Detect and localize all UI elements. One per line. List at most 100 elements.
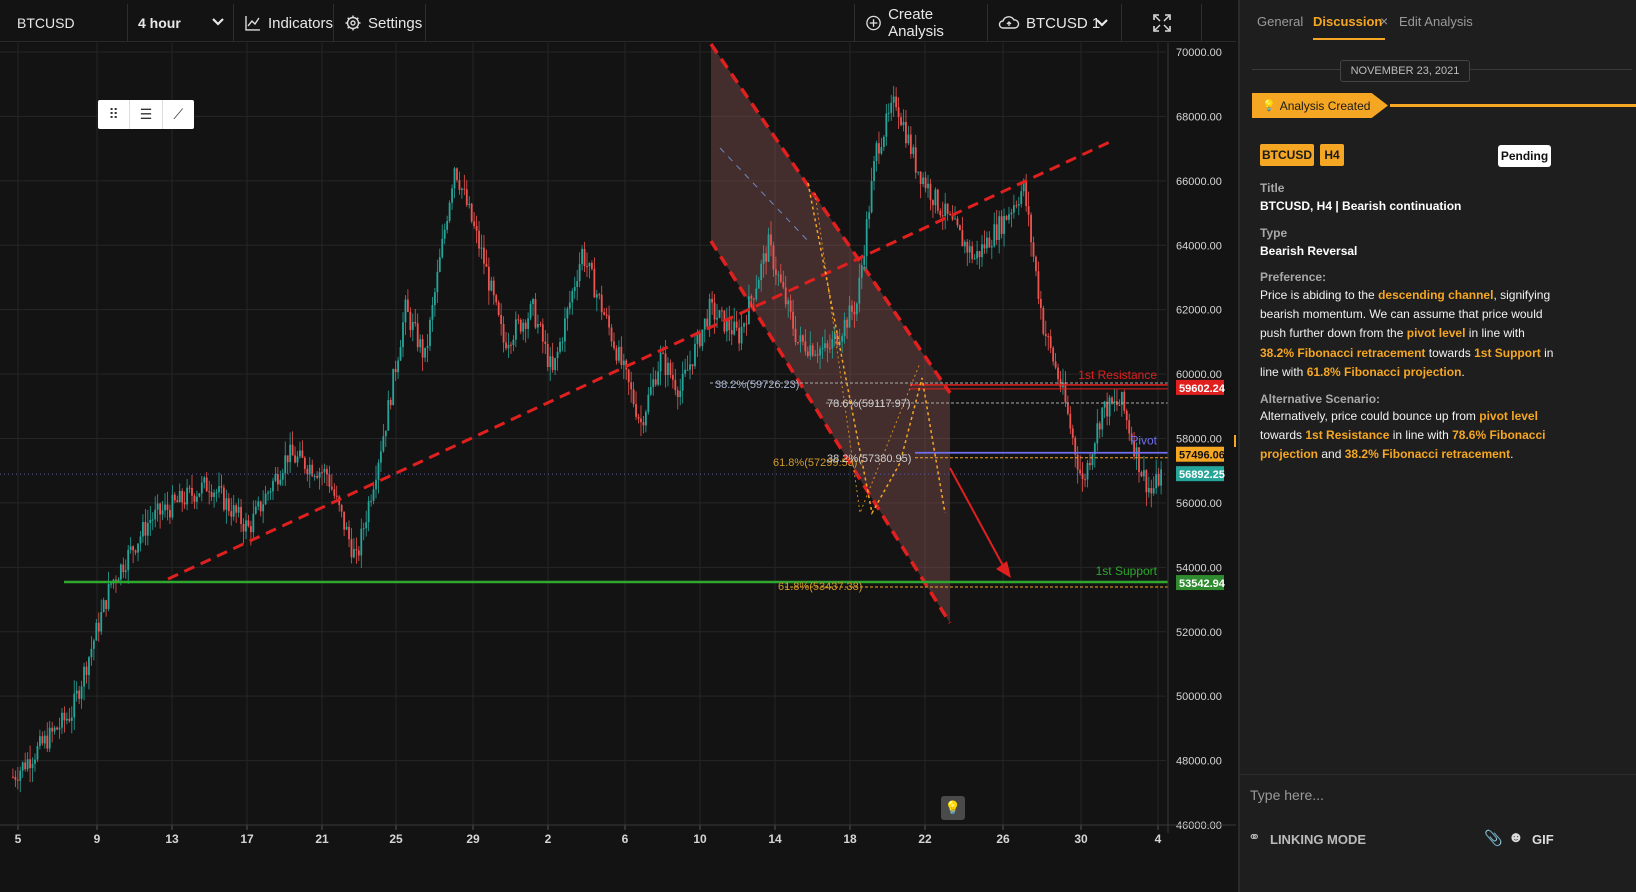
- candle-body: [664, 353, 667, 375]
- candle-body: [394, 368, 397, 373]
- candle-body: [779, 274, 782, 282]
- candle-body: [1069, 413, 1072, 429]
- chart-canvas[interactable]: 1st Resistance Pivot 1st Support 38.2%(5972…: [0, 43, 1236, 892]
- comment-input[interactable]: [1250, 781, 1620, 809]
- candle-body: [551, 356, 554, 371]
- lightbulb-icon[interactable]: 💡: [941, 796, 965, 820]
- candle-body: [414, 321, 417, 324]
- chart-label: 61.8%(53437.38): [778, 581, 862, 593]
- candle-body: [946, 203, 949, 214]
- candle-body: [448, 202, 451, 221]
- time-tick-label: 4: [1155, 832, 1162, 846]
- candle-body: [941, 215, 944, 217]
- candle-body: [914, 147, 917, 173]
- candle-body: [772, 245, 775, 270]
- tab-close-icon[interactable]: ×: [1380, 13, 1388, 29]
- candle-body: [971, 246, 974, 259]
- candle-body: [627, 369, 630, 383]
- time-tick-label: 21: [315, 832, 329, 846]
- sparkle-icon[interactable]: ⟋: [163, 100, 194, 129]
- candle-body: [375, 479, 377, 490]
- candle-body: [799, 335, 802, 343]
- candle-body: [797, 342, 799, 344]
- paperclip-icon[interactable]: 📎: [1484, 829, 1503, 847]
- candle-body: [465, 189, 468, 205]
- candle-body: [649, 386, 652, 395]
- candle-body: [433, 292, 436, 306]
- candle-body: [1052, 347, 1055, 362]
- tag-symbol: BTCUSD: [1260, 144, 1314, 166]
- gif-button[interactable]: GIF: [1532, 832, 1554, 847]
- candle-body: [424, 347, 426, 358]
- candle-body: [924, 177, 927, 189]
- indicators-button[interactable]: Indicators: [234, 4, 334, 42]
- symbol-field[interactable]: BTCUSD: [4, 4, 128, 42]
- drag-handle-icon[interactable]: ⠿: [98, 100, 131, 129]
- time-tick-label: 13: [165, 832, 179, 846]
- candle-body: [289, 444, 292, 463]
- price-axis: 70000.00 68000.00 66000.00 64000.00 62000.00…: [1167, 43, 1222, 833]
- candle-body: [681, 373, 684, 391]
- candle-body: [58, 727, 61, 730]
- price-tag-label: 53542.94: [1179, 578, 1226, 590]
- candle-body: [26, 759, 29, 770]
- tab-discussion[interactable]: Discussion: [1313, 14, 1382, 29]
- candle-body: [765, 253, 767, 262]
- candle-body: [34, 759, 36, 764]
- candle-body: [510, 344, 512, 346]
- candle-body: [546, 343, 549, 368]
- price-tick-label: 64000.00: [1176, 240, 1222, 252]
- candle-body: [659, 352, 662, 372]
- candle-body: [583, 248, 586, 267]
- candle-body: [534, 299, 537, 328]
- chart-overlays: 1st Resistance Pivot 1st Support 38.2%(5972…: [0, 138, 1236, 593]
- lines-icon[interactable]: ☰: [130, 100, 163, 129]
- candle-body: [485, 263, 488, 267]
- candle-body: [1030, 214, 1032, 243]
- candle-body: [377, 462, 380, 480]
- candle-body: [789, 300, 792, 312]
- price-chart[interactable]: 1st Resistance Pivot 1st Support 38.2%(5972…: [0, 43, 1236, 892]
- candle-body: [801, 335, 804, 342]
- candle-body: [242, 523, 245, 532]
- candle-body: [524, 322, 527, 329]
- price-tick-label: 62000.00: [1176, 305, 1222, 317]
- link-icon[interactable]: ⚭: [1248, 828, 1261, 846]
- candle-body: [370, 500, 373, 502]
- candle-body: [576, 281, 579, 287]
- candle-body: [588, 262, 591, 267]
- create-analysis-button[interactable]: Create Analysis: [854, 4, 988, 42]
- projection-arrow: [949, 467, 1008, 574]
- candle-body: [88, 657, 90, 676]
- candle-body: [272, 480, 274, 492]
- tab-edit-analysis[interactable]: Edit Analysis: [1399, 14, 1473, 29]
- emoji-icon[interactable]: ☻: [1508, 829, 1524, 846]
- line-chart-icon: [245, 16, 260, 31]
- candle-body: [905, 121, 907, 144]
- candle-body: [897, 107, 900, 118]
- candle-body: [986, 237, 988, 249]
- settings-button[interactable]: Settings: [334, 4, 426, 42]
- candle-body: [1081, 473, 1084, 480]
- candle-body: [259, 501, 262, 512]
- interval-dropdown[interactable]: 4 hour: [128, 4, 234, 42]
- candle-body: [171, 494, 174, 518]
- layout-dropdown[interactable]: BTCUSD 1: [988, 4, 1122, 42]
- candle-body: [225, 498, 228, 510]
- tab-general[interactable]: General: [1257, 14, 1303, 29]
- fullscreen-button[interactable]: [1122, 4, 1202, 42]
- candle-body: [313, 475, 316, 477]
- alternative-segment: .: [1510, 447, 1514, 462]
- linking-mode-label[interactable]: LINKING MODE: [1270, 832, 1366, 847]
- candle-body: [232, 505, 235, 517]
- candle-body: [188, 487, 191, 489]
- candle-body: [213, 492, 215, 498]
- candle-body: [949, 213, 952, 215]
- candle-body: [718, 310, 721, 318]
- candle-body: [757, 279, 760, 289]
- candle-body: [402, 322, 404, 348]
- candle-body: [745, 323, 748, 325]
- panel-splitter-handle: [1234, 435, 1236, 447]
- status-badge: Pending: [1498, 145, 1551, 167]
- candle-body: [870, 181, 873, 213]
